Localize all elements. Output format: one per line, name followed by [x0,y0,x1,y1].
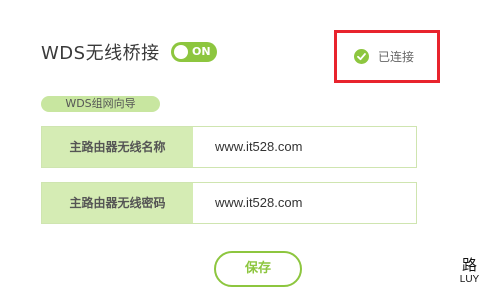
watermark-char: 路 [461,256,477,274]
save-button[interactable]: 保存 [214,251,302,287]
ssid-label: 主路由器无线名称 [42,127,193,167]
toggle-knob [174,45,188,59]
wds-toggle[interactable]: ON [171,42,217,62]
status-text: 已连接 [378,50,415,64]
toggle-label: ON [192,45,211,58]
ssid-input[interactable]: www.it528.com [193,127,416,167]
connection-status: 已连接 [354,48,414,65]
watermark-logo: 路 LUY [459,257,480,286]
password-field-row: 主路由器无线密码 www.it528.com [41,182,417,224]
ssid-field-row: 主路由器无线名称 www.it528.com [41,126,417,168]
password-label: 主路由器无线密码 [42,183,193,223]
check-circle-icon [354,49,369,64]
watermark-text: LUY [459,274,480,285]
password-input[interactable]: www.it528.com [193,183,416,223]
page-title: WDS无线桥接 [41,43,160,64]
wds-guide-link[interactable]: WDS组网向导 [41,96,160,112]
